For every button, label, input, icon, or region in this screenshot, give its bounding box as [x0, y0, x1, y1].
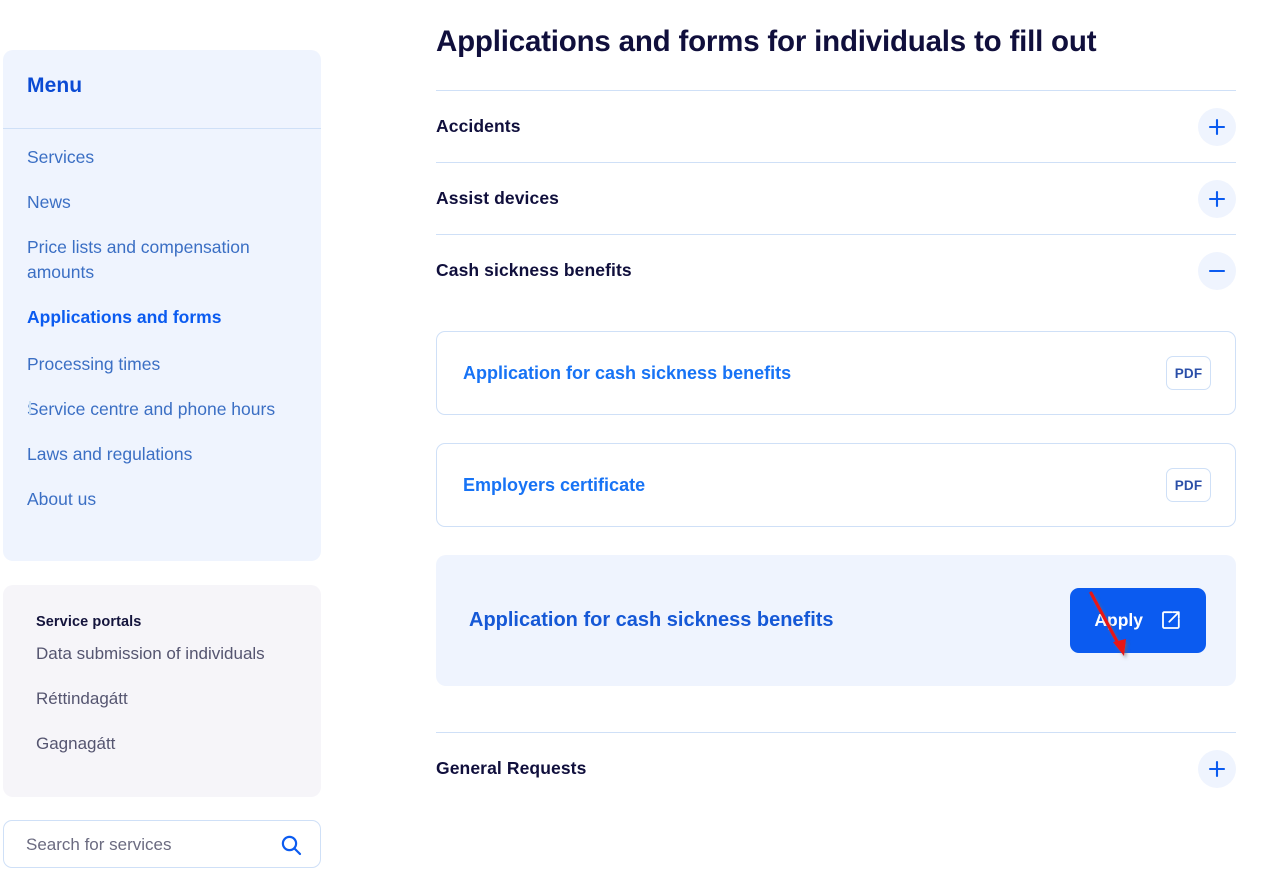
menu-heading: Menu	[27, 74, 83, 97]
plus-icon[interactable]	[1198, 179, 1236, 218]
sidebar-item-price-lists[interactable]: Price lists and compensation amounts	[3, 235, 301, 285]
portal-item-data-submission[interactable]: Data submission of individuals	[3, 642, 321, 666]
sidebar-item-services[interactable]: Services	[3, 145, 321, 170]
menu-list: Services News Price lists and compensati…	[3, 145, 321, 532]
apply-row[interactable]: Application for cash sickness benefits A…	[436, 555, 1236, 686]
accordion-header-assist-devices[interactable]: Assist devices	[436, 163, 1236, 234]
portal-item-rettindagatt[interactable]: Réttindagátt	[3, 687, 321, 711]
accordion-panel-cash-sickness-benefits: Application for cash sickness benefits P…	[436, 306, 1236, 732]
service-portals-list: Data submission of individuals Réttindag…	[3, 642, 321, 777]
page-title: Applications and forms for individuals t…	[436, 24, 1097, 58]
sidebar-item-about-us[interactable]: About us	[3, 487, 321, 512]
search-box[interactable]	[3, 820, 321, 869]
accordion-label: Accidents	[436, 116, 521, 136]
menu-divider	[3, 128, 321, 129]
pdf-badge[interactable]: PDF	[1166, 468, 1211, 502]
search-input[interactable]	[24, 821, 258, 869]
document-row[interactable]: Application for cash sickness benefits P…	[436, 331, 1236, 415]
document-row[interactable]: Employers certificate PDF	[436, 443, 1236, 527]
accordion-header-general-requests[interactable]: General Requests	[436, 733, 1236, 804]
document-title[interactable]: Application for cash sickness benefits	[463, 363, 791, 384]
external-link-icon	[1160, 609, 1182, 631]
apply-button[interactable]: Apply	[1070, 587, 1206, 653]
applications-accordion: Accidents Assist devices Cash sickness b…	[436, 90, 1236, 804]
pdf-badge[interactable]: PDF	[1166, 356, 1211, 390]
accordion-label: General Requests	[436, 758, 587, 778]
document-title[interactable]: Employers certificate	[463, 475, 645, 496]
portal-item-gagnagatt[interactable]: Gagnagátt	[3, 732, 321, 756]
accordion-header-cash-sickness-benefits[interactable]: Cash sickness benefits	[436, 235, 1236, 306]
sidebar-item-service-centre[interactable]: Service centre and phone hours	[3, 397, 321, 422]
apply-button-label: Apply	[1094, 609, 1143, 630]
service-portals-card: Service portals Data submission of indiv…	[3, 585, 321, 797]
apply-row-title: Application for cash sickness benefits	[469, 609, 834, 631]
search-icon[interactable]	[279, 833, 303, 857]
sidebar-item-laws-and-regulations[interactable]: Laws and regulations	[3, 442, 321, 467]
active-item-marker	[29, 401, 31, 414]
accordion-header-accidents[interactable]: Accidents	[436, 91, 1236, 162]
menu-card: Menu Services News Price lists and compe…	[3, 50, 321, 561]
minus-icon[interactable]	[1198, 251, 1236, 290]
sidebar-item-processing-times[interactable]: Processing times	[3, 352, 321, 377]
sidebar-item-applications-and-forms[interactable]: Applications and forms	[3, 305, 321, 330]
plus-icon[interactable]	[1198, 749, 1236, 788]
sidebar-item-news[interactable]: News	[3, 190, 321, 215]
service-portals-heading: Service portals	[36, 614, 142, 630]
plus-icon[interactable]	[1198, 107, 1236, 146]
accordion-label: Assist devices	[436, 188, 560, 208]
accordion-label: Cash sickness benefits	[436, 260, 632, 280]
sidebar: Menu Services News Price lists and compe…	[3, 0, 321, 883]
